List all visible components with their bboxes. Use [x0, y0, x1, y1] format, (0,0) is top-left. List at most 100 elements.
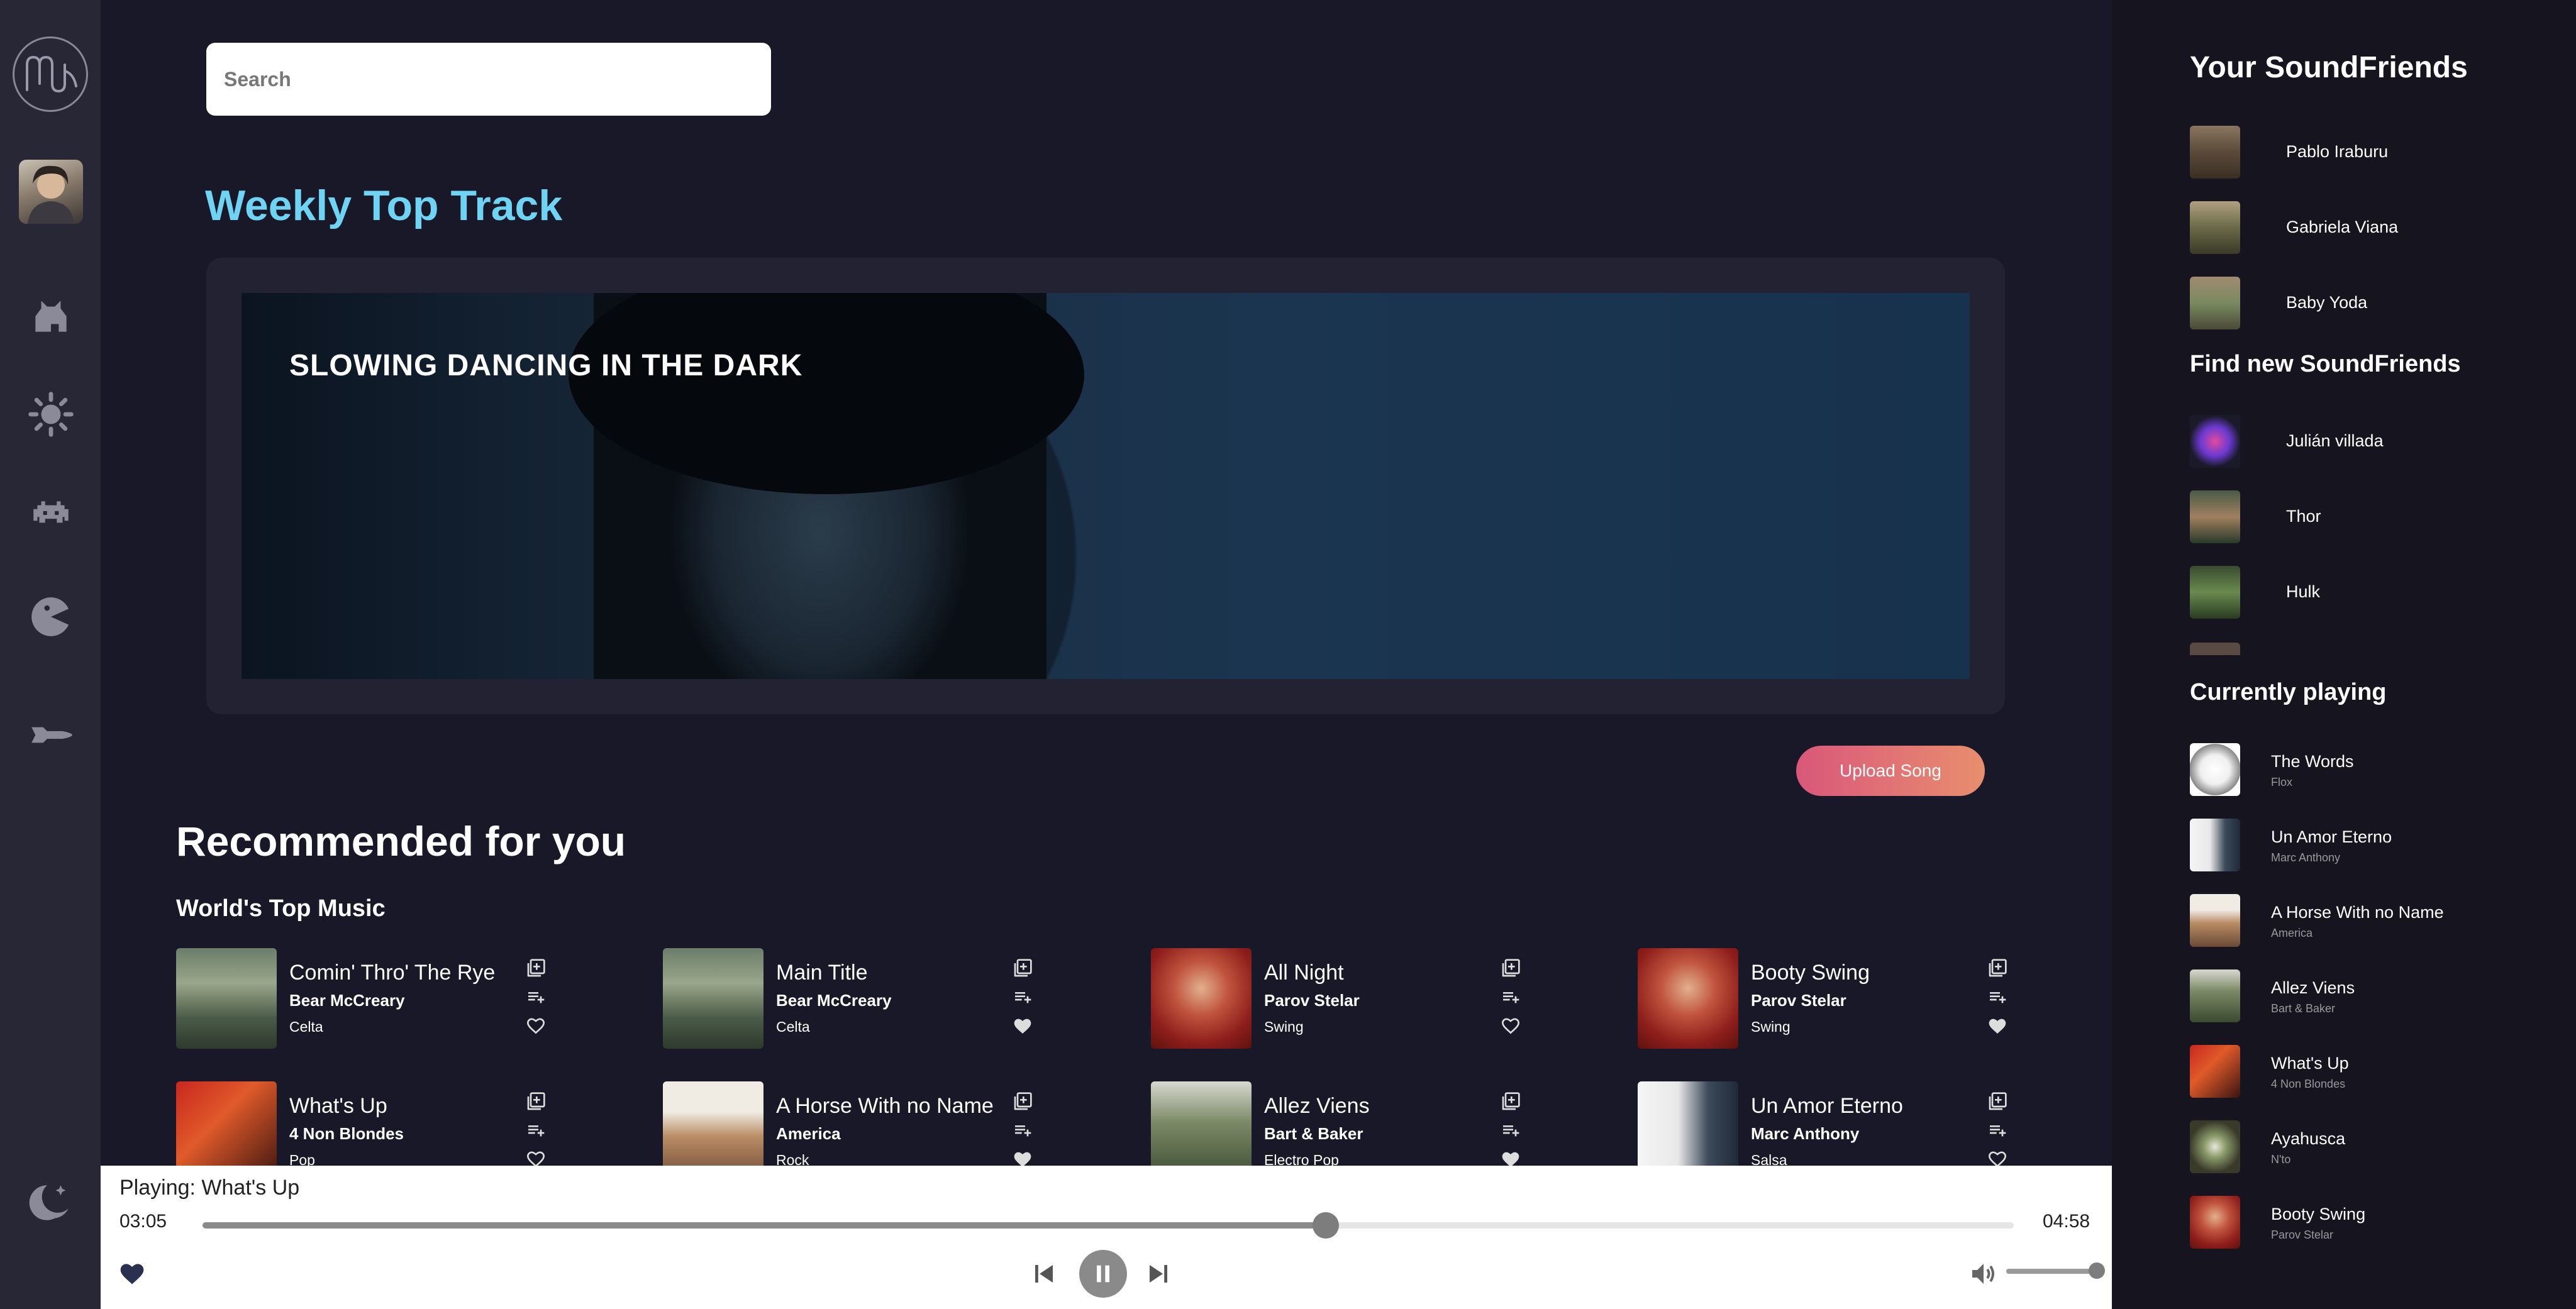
playlist-add-icon[interactable]	[1013, 987, 1033, 1007]
weekly-track-banner[interactable]: SLOWING DANCING IN THE DARK	[242, 293, 1970, 679]
sun-icon[interactable]	[28, 391, 74, 438]
queue-song-artist: Flox	[2271, 776, 2293, 788]
library-add-icon[interactable]	[526, 958, 546, 978]
playlist-add-icon[interactable]	[1501, 987, 1521, 1007]
friend-name: Pablo Iraburu	[2286, 142, 2389, 161]
heart-icon[interactable]	[1501, 1016, 1521, 1036]
volume-handle[interactable]	[2089, 1262, 2105, 1279]
queue-item[interactable]: Allez Viens Bart & Baker	[2190, 969, 2542, 1022]
song-artist: America	[776, 1124, 841, 1143]
album-cover[interactable]	[2190, 1196, 2240, 1249]
song-card[interactable]: Booty Swing Parov Stelar Swing	[1638, 948, 2103, 1049]
progress-fill	[203, 1222, 1326, 1229]
moon-stars-icon[interactable]	[28, 1179, 74, 1226]
album-cover[interactable]	[1638, 948, 1738, 1049]
search-input[interactable]	[206, 43, 771, 116]
playlist-add-icon[interactable]	[1013, 1120, 1033, 1141]
album-cover[interactable]	[1151, 1081, 1252, 1166]
currently-playing-title: Currently playing	[2190, 679, 2387, 705]
album-cover[interactable]	[2190, 894, 2240, 947]
user-avatar[interactable]	[19, 160, 83, 224]
album-cover[interactable]	[1151, 948, 1252, 1049]
queue-item[interactable]: Ayahusca N'to	[2190, 1120, 2542, 1173]
song-artist: Bear McCreary	[289, 991, 405, 1010]
album-cover[interactable]	[2190, 819, 2240, 871]
playlist-add-icon[interactable]	[1501, 1120, 1521, 1141]
album-cover[interactable]	[663, 948, 763, 1049]
spaceship-icon[interactable]	[28, 712, 74, 758]
song-card[interactable]: Allez Viens Bart & Baker Electro Pop	[1151, 1081, 1616, 1166]
queue-item[interactable]: A Horse With no Name America	[2190, 894, 2542, 947]
heart-icon[interactable]	[1987, 1016, 2007, 1036]
album-cover[interactable]	[663, 1081, 763, 1166]
heart-icon[interactable]	[1013, 1016, 1033, 1036]
song-card[interactable]: Comin' Thro' The Rye Bear McCreary Celta	[176, 948, 641, 1049]
avatar[interactable]	[2190, 566, 2240, 619]
album-cover[interactable]	[2190, 1120, 2240, 1173]
album-cover[interactable]	[1638, 1081, 1738, 1166]
library-add-icon[interactable]	[1987, 1091, 2007, 1112]
volume-slider[interactable]	[2006, 1262, 2105, 1279]
skip-next-icon[interactable]	[1143, 1259, 1174, 1289]
avatar[interactable]	[2190, 277, 2240, 329]
pause-button[interactable]	[1079, 1250, 1127, 1298]
library-add-icon[interactable]	[1013, 1091, 1033, 1112]
skip-previous-icon[interactable]	[1029, 1259, 1059, 1289]
friend-name: Baby Yoda	[2286, 293, 2368, 312]
album-cover[interactable]	[176, 1081, 277, 1166]
suggested-friend-item[interactable]: Thor	[2190, 490, 2542, 543]
progress-handle[interactable]	[1312, 1212, 1339, 1239]
playlist-add-icon[interactable]	[526, 987, 546, 1007]
playlist-add-icon[interactable]	[1987, 987, 2007, 1007]
song-card[interactable]: What's Up 4 Non Blondes Pop	[176, 1081, 641, 1166]
volume-icon[interactable]	[1968, 1259, 1999, 1289]
invader-icon[interactable]	[28, 492, 74, 538]
heart-icon[interactable]	[1987, 1149, 2007, 1166]
playlist-add-icon[interactable]	[526, 1120, 546, 1141]
pacman-icon[interactable]	[28, 594, 74, 640]
library-add-icon[interactable]	[1013, 958, 1033, 978]
queue-item[interactable]: Booty Swing Parov Stelar	[2190, 1196, 2542, 1249]
album-cover[interactable]	[176, 948, 277, 1049]
avatar[interactable]	[2190, 490, 2240, 543]
heart-icon[interactable]	[526, 1149, 546, 1166]
player-bar: Playing: What's Up 03:05 04:58	[101, 1166, 2112, 1309]
avatar[interactable]	[2190, 201, 2240, 254]
friend-item[interactable]: Baby Yoda	[2190, 277, 2542, 329]
library-add-icon[interactable]	[526, 1091, 546, 1112]
friend-item[interactable]: Pablo Iraburu	[2190, 126, 2542, 179]
main-content: Weekly Top Track SLOWING DANCING IN THE …	[101, 0, 2112, 1166]
library-add-icon[interactable]	[1501, 958, 1521, 978]
song-card[interactable]: Un Amor Eterno Marc Anthony Salsa	[1638, 1081, 2103, 1166]
progress-slider[interactable]	[203, 1212, 2014, 1239]
song-card[interactable]: All Night Parov Stelar Swing	[1151, 948, 1616, 1049]
album-cover[interactable]	[2190, 743, 2240, 796]
upload-song-button[interactable]: Upload Song	[1796, 746, 1985, 796]
song-card[interactable]: A Horse With no Name America Rock	[663, 1081, 1128, 1166]
library-add-icon[interactable]	[1987, 958, 2007, 978]
queue-item[interactable]: The Words Flox	[2190, 743, 2542, 796]
heart-icon[interactable]	[1501, 1149, 1521, 1166]
suggested-friend-item[interactable]: Julián villada	[2190, 415, 2542, 468]
avatar[interactable]	[2190, 126, 2240, 179]
heart-icon[interactable]	[118, 1260, 146, 1288]
cat-icon[interactable]	[28, 293, 74, 340]
queue-item[interactable]: What's Up 4 Non Blondes	[2190, 1045, 2542, 1098]
app-logo-icon[interactable]	[13, 36, 88, 112]
song-card[interactable]: Main Title Bear McCreary Celta	[663, 948, 1128, 1049]
song-genre: Swing	[1264, 1019, 1304, 1035]
playlist-add-icon[interactable]	[1987, 1120, 2007, 1141]
soundfriends-title: Your SoundFriends	[2190, 51, 2468, 84]
friend-name: Hulk	[2286, 582, 2321, 601]
album-cover[interactable]	[2190, 1045, 2240, 1098]
heart-icon[interactable]	[526, 1016, 546, 1036]
song-title: A Horse With no Name	[776, 1094, 994, 1118]
friend-item[interactable]: Gabriela Viana	[2190, 201, 2542, 254]
avatar[interactable]	[2190, 415, 2240, 468]
heart-icon[interactable]	[1013, 1149, 1033, 1166]
library-add-icon[interactable]	[1501, 1091, 1521, 1112]
song-genre: Rock	[776, 1152, 809, 1166]
queue-item[interactable]: Un Amor Eterno Marc Anthony	[2190, 819, 2542, 871]
suggested-friend-item[interactable]: Hulk	[2190, 566, 2542, 619]
album-cover[interactable]	[2190, 969, 2240, 1022]
